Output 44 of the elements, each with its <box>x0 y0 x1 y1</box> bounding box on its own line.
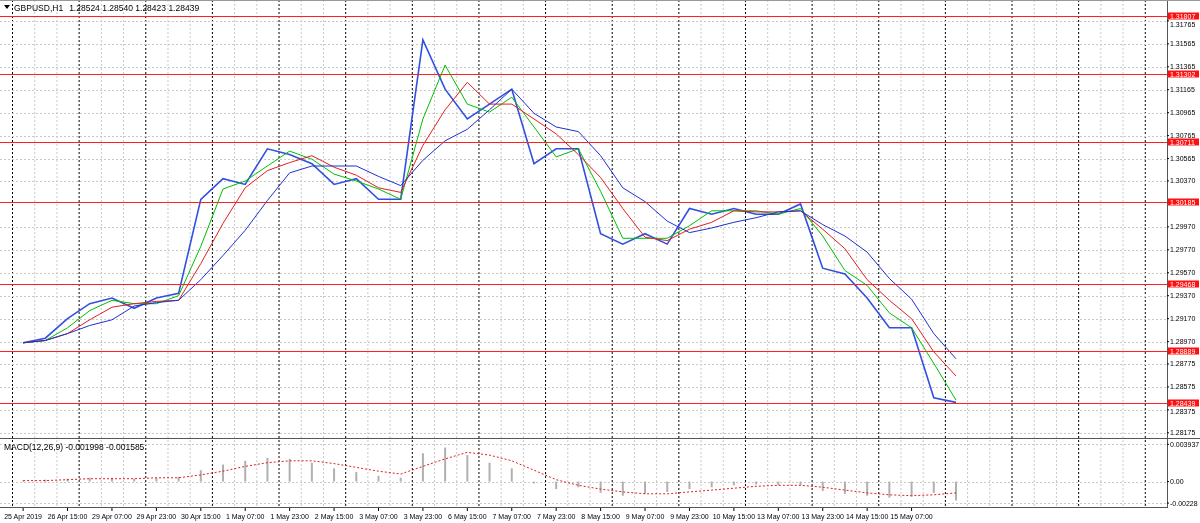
histogram-bar <box>555 481 558 490</box>
histogram-bar <box>577 481 580 488</box>
histogram-bar <box>932 481 935 493</box>
histogram-bar <box>888 481 891 498</box>
histogram-bar <box>355 472 358 482</box>
histogram-bar <box>310 462 313 482</box>
histogram-bar <box>644 481 647 494</box>
histogram-bar <box>866 481 869 496</box>
histogram-bar <box>843 481 846 494</box>
histogram-bar <box>88 477 91 482</box>
histogram-bar <box>599 481 602 493</box>
histogram-bar <box>466 455 469 482</box>
histogram-bar <box>732 481 735 486</box>
histogram-bar <box>377 475 380 482</box>
histogram-bar <box>44 479 47 482</box>
histogram-bar <box>110 477 113 482</box>
histogram-bar <box>532 481 535 484</box>
histogram-bar <box>488 462 491 482</box>
histogram-bar <box>821 481 824 491</box>
histogram-bar <box>155 477 158 482</box>
histogram-bar <box>66 478 69 482</box>
histogram-bar <box>710 481 713 488</box>
histogram-bar <box>133 478 136 482</box>
histogram-bar <box>177 476 180 482</box>
indicator-title: MACD(12,26,9) -0.001998 -0.001585 <box>4 442 145 452</box>
histogram-bar <box>621 481 624 496</box>
histogram-bar <box>199 470 202 482</box>
histogram-bar <box>510 468 513 482</box>
histogram-bar <box>777 481 780 486</box>
chart-symbol: GBPUSD,H1 <box>14 3 64 13</box>
histogram-bar <box>399 477 402 482</box>
dropdown-triangle-icon[interactable] <box>4 5 10 9</box>
histogram-bar <box>688 481 691 490</box>
histogram-bar <box>799 481 802 486</box>
histogram-bar <box>288 458 291 482</box>
histogram-bar <box>421 453 424 482</box>
histogram-bar <box>444 447 447 482</box>
histogram-bar <box>755 481 758 485</box>
histogram-bar <box>244 460 247 482</box>
histogram-bar <box>333 468 336 482</box>
ohlc-values: 1.28524 1.28540 1.28423 1.28439 <box>69 3 200 13</box>
histogram-bar <box>266 457 269 482</box>
histogram-bar <box>910 481 913 497</box>
histogram-bar <box>666 481 669 492</box>
